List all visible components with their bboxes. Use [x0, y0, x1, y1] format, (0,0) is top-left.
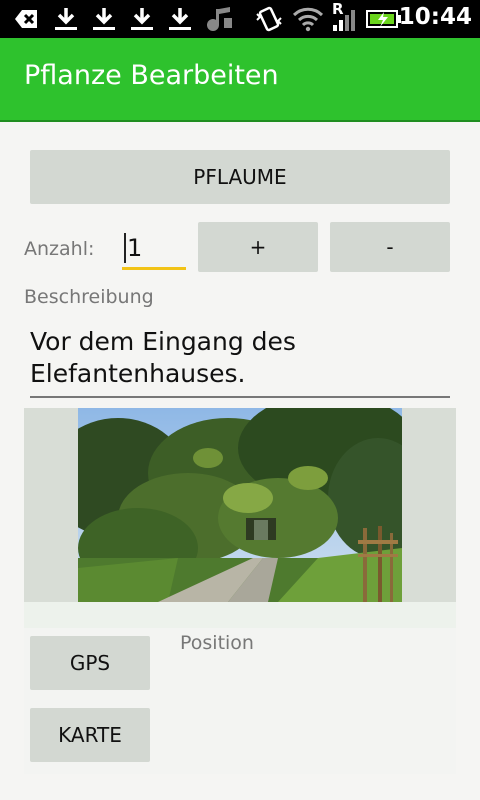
download-icon [90, 6, 118, 32]
quantity-label: Anzahl: [24, 238, 95, 260]
status-time: 10:44 [398, 4, 472, 30]
action-bar: Pflanze Bearbeiten [0, 38, 480, 122]
decrement-button[interactable]: - [330, 222, 450, 272]
description-field[interactable]: Vor dem Eingang des Elefantenhauses. [30, 326, 450, 398]
quantity-input[interactable]: 1 [122, 228, 186, 270]
plant-photo[interactable] [78, 408, 402, 602]
music-icon [204, 6, 234, 32]
text-cursor [124, 232, 126, 263]
roaming-indicator: R [332, 0, 344, 18]
position-label: Position [180, 632, 254, 654]
photo-frame-band [24, 602, 456, 628]
download-icon [128, 6, 156, 32]
plant-name-button[interactable]: PFLAUME [30, 150, 450, 204]
wifi-icon [292, 6, 324, 32]
status-bar: R 10:44 [0, 0, 480, 38]
gps-button[interactable]: GPS [30, 636, 150, 690]
usb-debug-icon [12, 6, 40, 32]
photo-frame [24, 408, 456, 628]
battery-charging-icon [366, 6, 402, 32]
description-label: Beschreibung [24, 286, 154, 308]
vibrate-icon [254, 6, 284, 32]
page-title: Pflanze Bearbeiten [24, 60, 279, 91]
map-button[interactable]: KARTE [30, 708, 150, 762]
quantity-value: 1 [127, 233, 143, 262]
download-icon [166, 6, 194, 32]
download-icon [52, 6, 80, 32]
increment-button[interactable]: + [198, 222, 318, 272]
